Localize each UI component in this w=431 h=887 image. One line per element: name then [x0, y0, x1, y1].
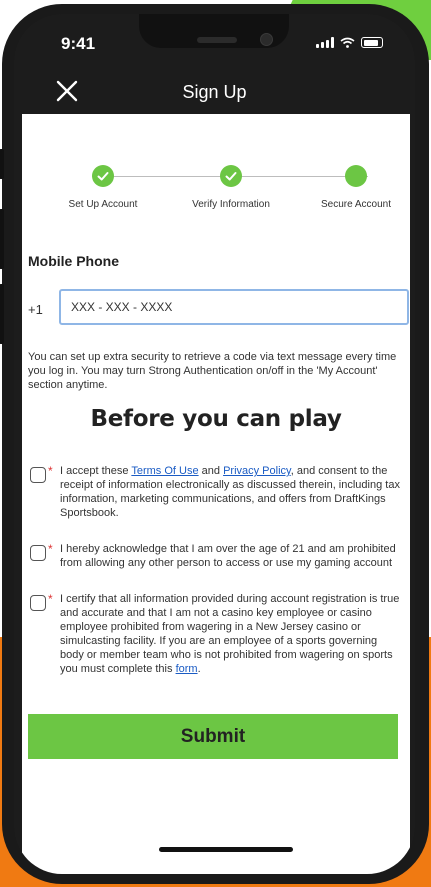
required-star-icon: *: [48, 464, 53, 478]
progress-stepper: Set Up Account Verify Information Secure…: [22, 164, 410, 224]
wifi-icon: [340, 37, 355, 48]
consent-checkbox[interactable]: [30, 467, 46, 483]
before-play-heading: Before you can play: [90, 406, 342, 432]
phone-screen: 9:41 Sign Up Set Up Account Verify Infor…: [14, 14, 415, 874]
step-label: Set Up Account: [68, 199, 138, 210]
consent-age: * I hereby acknowledge that I am over th…: [30, 542, 404, 570]
signal-icon: [316, 37, 334, 48]
phone-frame: 9:41 Sign Up Set Up Account Verify Infor…: [0, 4, 429, 884]
phone-number-input[interactable]: [59, 289, 409, 325]
battery-icon: [361, 37, 383, 48]
security-info-text: You can set up extra security to retriev…: [28, 351, 397, 391]
submit-button[interactable]: Submit: [28, 714, 398, 759]
consent-checkbox[interactable]: [30, 545, 46, 561]
step-label: Secure Account: [320, 199, 392, 210]
country-code: +1: [28, 302, 43, 317]
required-star-icon: *: [48, 542, 53, 556]
side-button-mute: [0, 149, 4, 179]
form-link[interactable]: form: [176, 663, 198, 675]
mobile-phone-label: Mobile Phone: [28, 253, 119, 269]
step-label: Verify Information: [192, 199, 270, 210]
required-star-icon: *: [48, 592, 53, 606]
status-time: 9:41: [61, 34, 96, 53]
nav-bar: Sign Up: [14, 74, 415, 114]
terms-of-use-link[interactable]: Terms Of Use: [131, 465, 198, 477]
consent-text: I hereby acknowledge that I am over the …: [60, 543, 396, 569]
page-title: Sign Up: [182, 82, 247, 102]
speaker-icon: [197, 37, 237, 43]
status-icons: [316, 37, 383, 48]
consent-terms: * I accept these Terms Of Use and Privac…: [30, 464, 404, 520]
home-indicator: [159, 847, 293, 852]
consent-text: I accept these Terms Of Use and Privacy …: [60, 465, 400, 519]
signup-form: Set Up Account Verify Information Secure…: [22, 114, 410, 874]
consent-text: I certify that all information provided …: [60, 593, 400, 675]
step-complete-icon: [220, 165, 242, 187]
status-bar: 9:41: [14, 14, 415, 74]
step-current-icon: [345, 165, 367, 187]
camera-icon: [260, 33, 273, 46]
privacy-policy-link[interactable]: Privacy Policy: [223, 465, 291, 477]
step-complete-icon: [92, 165, 114, 187]
consent-checkbox[interactable]: [30, 595, 46, 611]
consent-certify: * I certify that all information provide…: [30, 592, 404, 676]
side-button-volume-up: [0, 209, 4, 269]
side-button-volume-down: [0, 284, 4, 344]
